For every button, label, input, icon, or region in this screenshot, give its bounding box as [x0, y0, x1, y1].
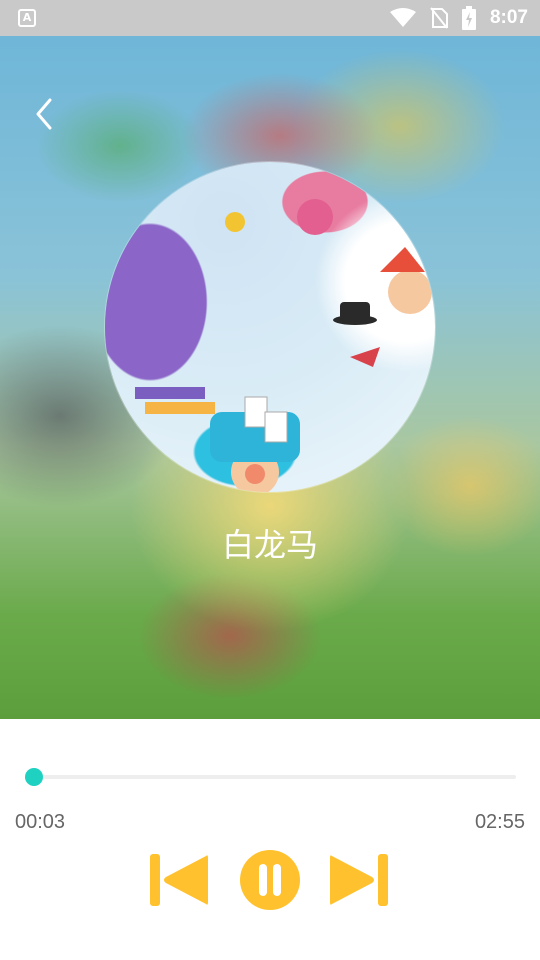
app-notification-icon: A	[18, 9, 36, 27]
blurred-background: 白龙马	[0, 36, 540, 719]
next-icon[interactable]	[328, 848, 392, 912]
pause-icon[interactable]	[238, 848, 302, 912]
battery-charging-icon	[461, 6, 476, 30]
previous-icon[interactable]	[146, 848, 210, 912]
progress-bar[interactable]	[25, 768, 516, 786]
album-cover	[105, 162, 435, 492]
current-time: 00:03	[15, 811, 66, 833]
back-icon[interactable]	[28, 96, 60, 132]
progress-thumb[interactable]	[25, 768, 44, 786]
total-time: 02:55	[474, 811, 525, 833]
playback-controls	[0, 848, 540, 912]
status-time: 8:07	[489, 7, 528, 28]
no-sim-icon	[430, 7, 448, 29]
cover-artwork	[135, 199, 432, 492]
song-title: 白龙马	[221, 526, 318, 564]
status-bar: A 8:07	[0, 0, 540, 36]
wifi-icon	[389, 8, 416, 27]
status-icons: 8:07	[389, 0, 528, 36]
